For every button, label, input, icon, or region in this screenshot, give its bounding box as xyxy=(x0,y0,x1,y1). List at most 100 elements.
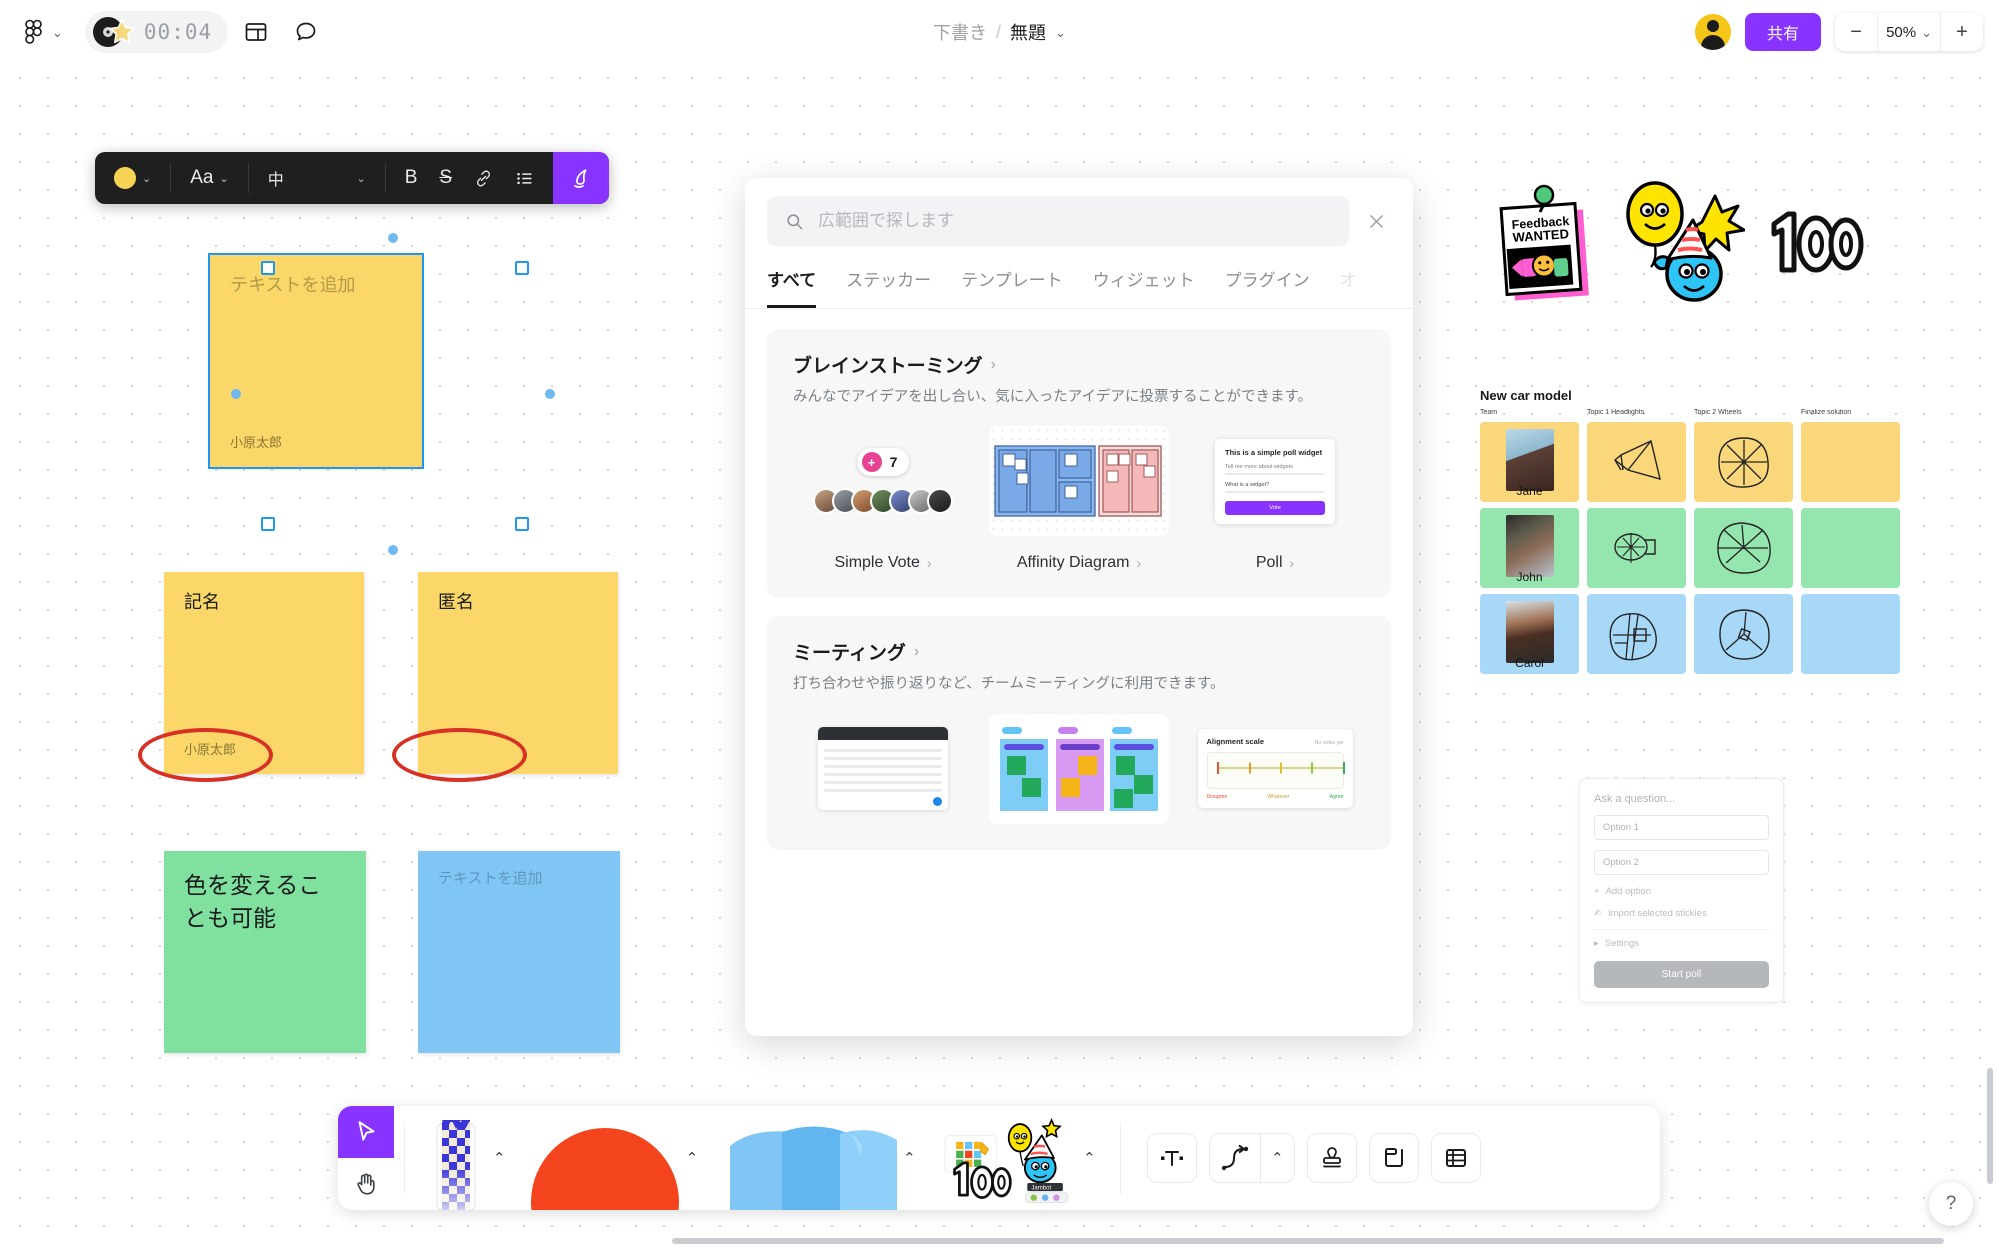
party-balloon-sticker[interactable] xyxy=(1620,178,1745,308)
zoom-in-button[interactable]: + xyxy=(1941,13,1983,51)
feedback-wanted-sticker[interactable]: Feedback WANTED xyxy=(1482,182,1612,312)
picker-item-poll[interactable]: This is a simple poll widget Tell me mor… xyxy=(1185,426,1365,572)
tab-plugins[interactable]: プラグイン xyxy=(1225,266,1310,308)
sketch-cell[interactable] xyxy=(1587,508,1686,588)
font-size-dropdown[interactable]: 中 ⌄ xyxy=(259,159,375,197)
member-name: Carol xyxy=(1515,656,1544,670)
marker-options-caret[interactable]: ⌃ xyxy=(489,1149,510,1167)
breadcrumb-file-name[interactable]: 無題 xyxy=(1010,19,1046,45)
poll-import-stickies-button[interactable]: ✍ Import selected stickies xyxy=(1594,908,1769,919)
highlighter-button[interactable] xyxy=(553,152,610,204)
scrollbar-thumb[interactable] xyxy=(1987,1068,1993,1184)
zoom-out-button[interactable]: − xyxy=(1835,13,1877,51)
car-model-board[interactable]: New car model Team Topic 1 Headlights To… xyxy=(1480,388,1900,674)
stickers-options-caret[interactable]: ⌃ xyxy=(1079,1149,1100,1167)
tab-all[interactable]: すべて xyxy=(767,266,817,308)
hundred-points-sticker[interactable] xyxy=(1754,200,1864,290)
tab-templates[interactable]: テンプレート xyxy=(961,266,1063,308)
sticky-options-caret[interactable]: ⌃ xyxy=(899,1149,920,1167)
connector-dot-left[interactable] xyxy=(231,389,241,399)
sketch-cell[interactable] xyxy=(1587,594,1686,674)
empty-cell[interactable] xyxy=(1801,422,1900,502)
poll-option-1-input[interactable]: Option 1 xyxy=(1594,815,1769,840)
table-tool-button[interactable] xyxy=(1430,1133,1481,1183)
start-poll-button[interactable]: Start poll xyxy=(1594,961,1769,988)
avatar[interactable] xyxy=(1695,14,1732,50)
picker-item-retro[interactable] xyxy=(989,713,1169,824)
tab-stickers[interactable]: ステッカー xyxy=(846,266,931,308)
cursor-select-tool[interactable] xyxy=(338,1106,394,1158)
sticky-note-green[interactable]: 色を変えることも可能 xyxy=(164,851,366,1053)
picker-item-alignment-scale[interactable]: Alignment scale No votes yet Disagree Wh… xyxy=(1185,714,1365,824)
breadcrumb-project[interactable]: 下書き xyxy=(933,19,987,45)
tab-widgets[interactable]: ウィジェット xyxy=(1093,266,1195,308)
poll-option-2-input[interactable]: Option 2 xyxy=(1594,850,1769,875)
item-label-row[interactable]: Affinity Diagram › xyxy=(1017,554,1141,572)
poll-add-option-button[interactable]: + Add option xyxy=(1594,886,1769,897)
picker-search-box[interactable] xyxy=(767,196,1349,246)
section-tool-button[interactable] xyxy=(1368,1133,1419,1183)
empty-cell[interactable] xyxy=(1801,594,1900,674)
close-button[interactable] xyxy=(1361,206,1391,236)
layout-panel-button[interactable] xyxy=(234,10,278,54)
section-title-row[interactable]: ミーティング › xyxy=(793,638,1365,665)
text-tool-button[interactable] xyxy=(1146,1133,1197,1183)
picker-item-affinity-diagram[interactable]: Affinity Diagram › xyxy=(989,426,1169,572)
member-cell[interactable]: Jane xyxy=(1480,422,1579,502)
picker-item-simple-vote[interactable]: + 7 Simple Vote › xyxy=(793,426,973,572)
horizontal-scrollbar[interactable] xyxy=(0,1236,1999,1246)
empty-cell[interactable] xyxy=(1801,508,1900,588)
chevron-down-icon[interactable]: ⌄ xyxy=(1055,26,1066,39)
item-label-row[interactable]: Simple Vote › xyxy=(834,554,931,572)
connector-options-caret[interactable]: ⌃ xyxy=(1259,1133,1294,1183)
comment-button[interactable] xyxy=(284,10,328,54)
chevron-down-icon: ⌄ xyxy=(52,24,63,40)
connector-tool-group[interactable]: ⌃ xyxy=(1208,1133,1295,1183)
sketch-cell[interactable] xyxy=(1694,594,1793,674)
stickers-tool-group[interactable]: Jambot ⌃ xyxy=(930,1106,1110,1210)
poll-widget[interactable]: Ask a question... Option 1 Option 2 + Ad… xyxy=(1579,778,1784,1003)
link-button[interactable] xyxy=(465,162,502,195)
share-button[interactable]: 共有 xyxy=(1745,13,1822,51)
item-label-row[interactable]: Poll › xyxy=(1256,554,1294,572)
scrollbar-thumb[interactable] xyxy=(672,1238,1944,1244)
shapes-options-caret[interactable]: ⌃ xyxy=(682,1149,703,1167)
resize-handle-tl[interactable] xyxy=(261,261,275,275)
poll-settings-toggle[interactable]: ▸ Settings xyxy=(1594,938,1769,949)
tab-more[interactable]: オ xyxy=(1340,266,1357,308)
fill-color-picker[interactable]: ⌄ xyxy=(105,160,160,196)
section-title-row[interactable]: ブレインストーミング › xyxy=(793,351,1365,378)
resize-handle-tr[interactable] xyxy=(515,261,529,275)
stickers-group[interactable]: Feedback WANTED xyxy=(1482,178,1864,318)
vertical-scrollbar[interactable] xyxy=(1985,0,1995,1250)
marker-tool-group[interactable]: ⌃ xyxy=(415,1106,520,1210)
highlighter-pen-icon xyxy=(574,169,587,188)
member-cell[interactable]: Carol xyxy=(1480,594,1579,674)
hand-pan-tool[interactable] xyxy=(338,1158,394,1210)
connector-tool-button[interactable] xyxy=(1210,1133,1260,1183)
poll-question-input[interactable]: Ask a question... xyxy=(1594,793,1769,805)
help-button[interactable]: ? xyxy=(1929,1182,1973,1226)
connector-dot-right[interactable] xyxy=(545,389,555,399)
resize-handle-br[interactable] xyxy=(515,517,529,531)
sketch-cell[interactable] xyxy=(1694,508,1793,588)
search-input[interactable] xyxy=(818,211,1331,231)
resize-handle-bl[interactable] xyxy=(261,517,275,531)
sticky-tool-group[interactable]: ⌃ xyxy=(712,1106,930,1210)
member-cell[interactable]: John xyxy=(1480,508,1579,588)
strikethrough-button[interactable]: S xyxy=(430,160,461,196)
stamp-tool-button[interactable] xyxy=(1306,1133,1357,1183)
sticky-note-blue[interactable]: テキストを追加 xyxy=(418,851,620,1053)
shapes-tool-group[interactable]: ⌃ xyxy=(520,1106,713,1210)
picker-item-agenda[interactable] xyxy=(793,714,973,824)
bold-button[interactable]: B xyxy=(396,160,427,196)
music-timer-chip[interactable]: 00:04 xyxy=(84,11,229,53)
sketch-cell[interactable] xyxy=(1694,422,1793,502)
connector-dot-bottom[interactable] xyxy=(388,545,398,555)
main-menu-button[interactable]: ⌄ xyxy=(16,13,71,51)
bulleted-list-button[interactable] xyxy=(506,162,543,195)
connector-dot-top[interactable] xyxy=(388,233,398,243)
zoom-level-dropdown[interactable]: 50% ⌄ xyxy=(1877,13,1941,51)
font-family-dropdown[interactable]: Aa ⌄ xyxy=(181,160,237,196)
sketch-cell[interactable] xyxy=(1587,422,1686,502)
